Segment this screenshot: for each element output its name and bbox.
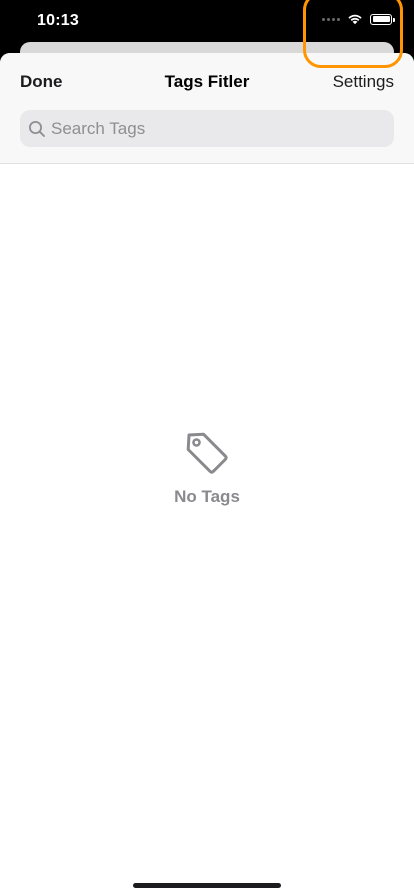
status-bar: 10:13: [0, 0, 414, 44]
search-input[interactable]: [51, 118, 371, 139]
home-indicator: [133, 883, 281, 888]
empty-state: No Tags: [0, 428, 414, 507]
settings-button[interactable]: Settings: [333, 72, 394, 92]
screen: 10:13 Done Tags Fitler Settings Search T…: [0, 0, 414, 896]
wifi-icon: [348, 14, 362, 25]
search-bar[interactable]: [20, 110, 394, 147]
navigation-bar: Done Tags Fitler Settings: [0, 53, 414, 164]
tag-icon: [186, 432, 228, 474]
status-icons: [322, 13, 395, 25]
search-icon: [29, 120, 45, 137]
empty-state-label: No Tags: [174, 487, 240, 506]
signal-dots-icon: [322, 17, 340, 21]
tags-filter-sheet: Done Tags Fitler Settings No Tags: [0, 53, 414, 896]
status-time: 10:13: [37, 12, 79, 29]
battery-icon: [370, 13, 395, 25]
